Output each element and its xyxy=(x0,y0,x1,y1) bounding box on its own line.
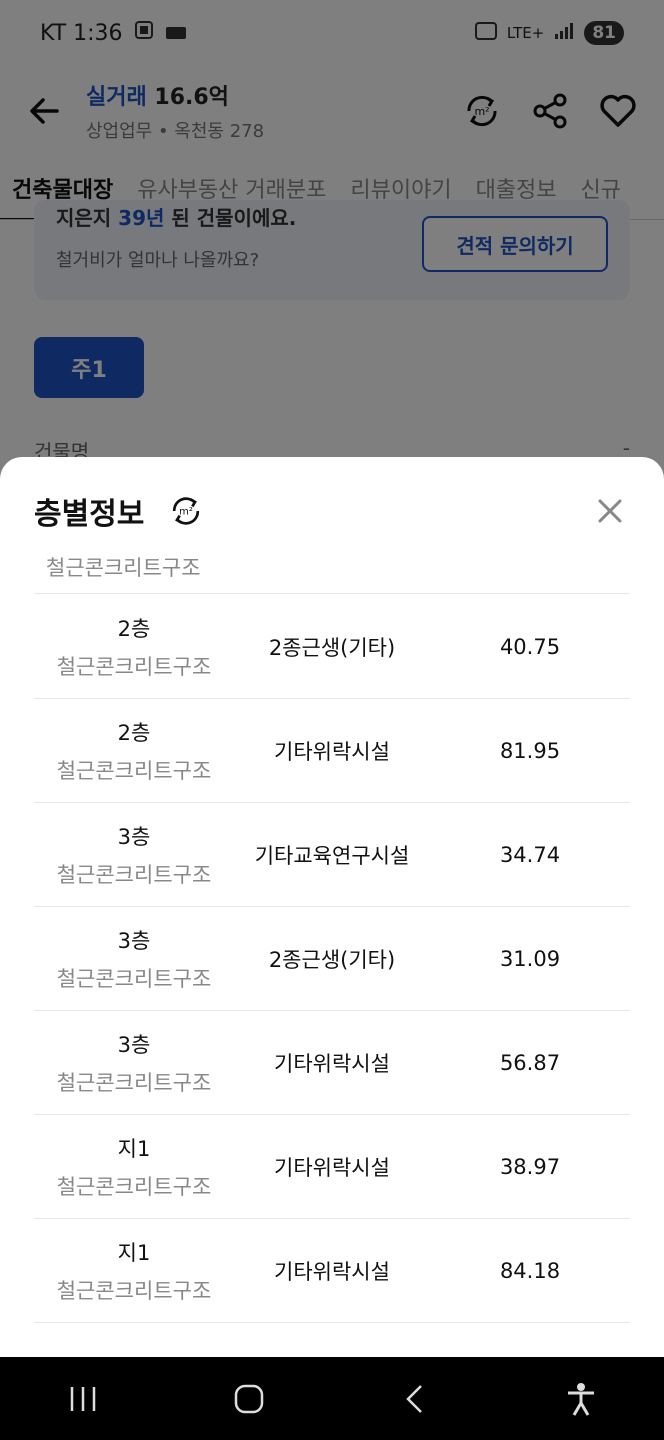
table-row: 2층 철근콘크리트구조 기타위락시설 81.95 xyxy=(34,699,630,803)
area-unit-toggle-icon: m² xyxy=(173,497,200,525)
sheet-title: 층별정보 xyxy=(34,497,145,532)
sheet-unit-toggle-button[interactable]: m² xyxy=(166,491,206,531)
clipped-structure-text: 철근콘크리트구조 xyxy=(46,556,201,580)
close-sheet-button[interactable] xyxy=(590,491,630,531)
floor-info-sheet: 층별정보 m² 철근콘크리트구조 2층 철근콘크리트구조 2종근생(기타) 40… xyxy=(0,457,664,1357)
floor-area: 38.97 xyxy=(499,1154,561,1179)
floor-structure: 철근콘크리트구조 xyxy=(56,758,212,783)
home-button[interactable] xyxy=(219,1369,279,1429)
floor-name: 3층 xyxy=(117,1032,151,1057)
back-chevron-icon xyxy=(406,1384,422,1413)
floor-structure: 철근콘크리트구조 xyxy=(56,1174,212,1199)
floor-structure: 철근콘크리트구조 xyxy=(56,862,212,887)
floor-name: 지1 xyxy=(117,1136,151,1161)
floor-area: 84.18 xyxy=(499,1258,561,1283)
app-root: KT 1:36 LTE+ 81 실거래 16.6억 상업업무 • 옥천동 xyxy=(0,0,664,1440)
floor-list: 2층 철근콘크리트구조 2종근생(기타) 40.75 2층 철근콘크리트구조 기… xyxy=(34,595,630,1323)
floor-use: 기타위락시설 xyxy=(274,739,390,764)
floor-cell: 3층 철근콘크리트구조 xyxy=(34,821,234,889)
floor-use: 기타위락시설 xyxy=(274,1259,390,1284)
system-back-button[interactable] xyxy=(385,1369,445,1429)
accessibility-icon xyxy=(568,1382,594,1416)
recent-apps-icon xyxy=(70,1386,96,1411)
floor-structure: 철근콘크리트구조 xyxy=(56,966,212,991)
home-icon xyxy=(234,1384,264,1413)
floor-structure: 철근콘크리트구조 xyxy=(56,654,212,679)
sheet-header: 층별정보 m² xyxy=(34,489,630,533)
floor-use: 기타위락시설 xyxy=(274,1051,390,1076)
floor-name: 2층 xyxy=(117,720,151,745)
recent-apps-button[interactable] xyxy=(53,1369,113,1429)
system-nav-bar xyxy=(0,1357,664,1440)
floor-name: 3층 xyxy=(117,928,151,953)
floor-use: 2종근생(기타) xyxy=(268,635,396,660)
floor-use: 기타교육연구시설 xyxy=(254,843,410,868)
floor-name: 2층 xyxy=(117,616,151,641)
floor-cell: 지1 철근콘크리트구조 xyxy=(34,1133,234,1201)
table-row: 2층 철근콘크리트구조 2종근생(기타) 40.75 xyxy=(34,595,630,699)
svg-text:m²: m² xyxy=(180,507,194,518)
table-row: 3층 철근콘크리트구조 2종근생(기타) 31.09 xyxy=(34,907,630,1011)
floor-area: 56.87 xyxy=(499,1050,561,1075)
close-icon xyxy=(598,499,622,523)
floor-area: 31.09 xyxy=(499,946,561,971)
table-row: 지1 철근콘크리트구조 기타위락시설 84.18 xyxy=(34,1219,630,1323)
floor-cell: 3층 철근콘크리트구조 xyxy=(34,1029,234,1097)
floor-area: 81.95 xyxy=(499,738,561,763)
table-row: 지1 철근콘크리트구조 기타위락시설 38.97 xyxy=(34,1115,630,1219)
floor-cell: 2층 철근콘크리트구조 xyxy=(34,717,234,785)
floor-area: 34.74 xyxy=(499,842,561,867)
floor-name: 지1 xyxy=(117,1240,151,1265)
table-row: 3층 철근콘크리트구조 기타교육연구시설 34.74 xyxy=(34,803,630,907)
floor-area: 40.75 xyxy=(499,634,561,659)
floor-use: 2종근생(기타) xyxy=(268,947,396,972)
floor-cell: 2층 철근콘크리트구조 xyxy=(34,613,234,681)
floor-structure: 철근콘크리트구조 xyxy=(56,1070,212,1095)
floor-structure: 철근콘크리트구조 xyxy=(56,1278,212,1303)
floor-cell: 지1 철근콘크리트구조 xyxy=(34,1237,234,1305)
floor-use: 기타위락시설 xyxy=(274,1155,390,1180)
clipped-floor-row: 철근콘크리트구조 xyxy=(34,552,630,594)
accessibility-button[interactable] xyxy=(551,1369,611,1429)
floor-cell: 3층 철근콘크리트구조 xyxy=(34,925,234,993)
floor-name: 3층 xyxy=(117,824,151,849)
table-row: 3층 철근콘크리트구조 기타위락시설 56.87 xyxy=(34,1011,630,1115)
